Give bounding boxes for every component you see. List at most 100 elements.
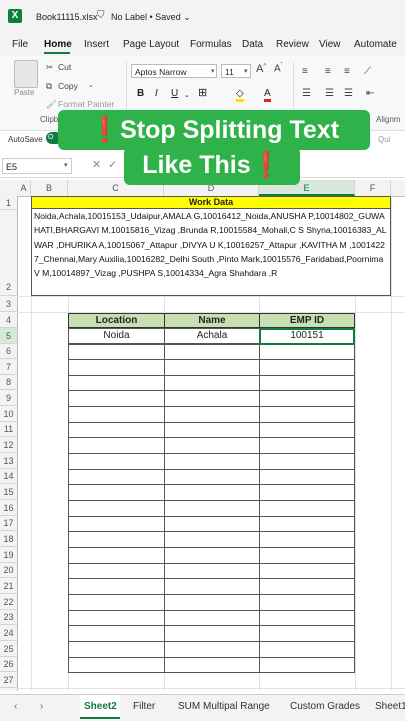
header-name[interactable]: Name — [164, 313, 260, 328]
borders-icon[interactable]: ⊞ — [198, 86, 207, 99]
empty-table-cell[interactable] — [259, 469, 355, 485]
empty-table-cell[interactable] — [68, 563, 165, 579]
empty-table-cell[interactable] — [164, 484, 260, 501]
empty-table-cell[interactable] — [68, 406, 165, 423]
name-box[interactable]: E5 — [2, 158, 72, 174]
empty-table-cell[interactable] — [259, 563, 355, 579]
empty-table-cell[interactable] — [68, 516, 165, 532]
empty-table-cell[interactable] — [164, 578, 260, 595]
empty-table-cell[interactable] — [164, 563, 260, 579]
empty-table-cell[interactable] — [259, 625, 355, 642]
empty-table-cell[interactable] — [259, 344, 355, 360]
empty-table-cell[interactable] — [68, 531, 165, 548]
empty-table-cell[interactable] — [68, 359, 165, 376]
empty-table-cell[interactable] — [68, 469, 165, 485]
row-header[interactable]: 23 — [0, 610, 17, 625]
header-location[interactable]: Location — [68, 313, 165, 328]
row-header[interactable]: 17 — [0, 516, 17, 531]
tab-automate[interactable]: Automate — [354, 39, 397, 50]
empty-table-cell[interactable] — [164, 516, 260, 532]
empty-table-cell[interactable] — [68, 422, 165, 438]
tab-review[interactable]: Review — [276, 39, 309, 50]
empty-table-cell[interactable] — [259, 359, 355, 376]
empty-table-cell[interactable] — [68, 625, 165, 642]
cell-name[interactable]: Achala — [164, 328, 260, 344]
tab-home[interactable]: Home — [44, 39, 72, 50]
row-header[interactable]: 11 — [0, 422, 17, 437]
header-emp-id[interactable]: EMP ID — [259, 313, 355, 328]
increase-font-icon[interactable]: A^ — [256, 63, 266, 75]
empty-table-cell[interactable] — [68, 594, 165, 611]
row-header[interactable]: 27 — [0, 672, 17, 688]
italic-icon[interactable]: I — [155, 88, 158, 99]
empty-table-cell[interactable] — [259, 484, 355, 501]
empty-table-cell[interactable] — [68, 657, 165, 673]
align-right-icon[interactable]: ☰ — [344, 88, 353, 99]
align-left-icon[interactable]: ☰ — [302, 88, 311, 99]
row-header[interactable]: 18 — [0, 531, 17, 547]
row-header[interactable]: 5 — [0, 328, 17, 344]
row-header[interactable]: 12 — [0, 437, 17, 453]
tab-view[interactable]: View — [319, 39, 341, 50]
empty-table-cell[interactable] — [68, 500, 165, 517]
empty-table-cell[interactable] — [164, 422, 260, 438]
align-middle-icon[interactable]: ≡ — [325, 66, 331, 77]
label-status[interactable]: No Label • Saved ⌄ — [111, 12, 191, 23]
empty-table-cell[interactable] — [68, 547, 165, 564]
empty-table-cell[interactable] — [259, 406, 355, 423]
chevron-down-icon[interactable]: ▾ — [211, 67, 215, 75]
column-header-a[interactable]: A — [17, 180, 31, 196]
row-header[interactable]: 16 — [0, 500, 17, 516]
work-data-text-cell[interactable]: Noida,Achala,10015153_Udaipur,AMALA G,10… — [31, 209, 391, 296]
empty-table-cell[interactable] — [164, 344, 260, 360]
row-header[interactable]: 14 — [0, 469, 17, 484]
empty-table-cell[interactable] — [259, 422, 355, 438]
row-header[interactable]: 13 — [0, 453, 17, 469]
sheet-tab-sheet1[interactable]: Sheet1 — [375, 701, 405, 712]
empty-table-cell[interactable] — [164, 625, 260, 642]
fill-color-icon[interactable]: ◇ — [236, 88, 244, 102]
row-header[interactable]: 3 — [0, 296, 17, 312]
quick-button[interactable]: Qui — [378, 135, 390, 144]
empty-table-cell[interactable] — [259, 500, 355, 517]
sheet-tab-filter[interactable]: Filter — [133, 701, 155, 712]
empty-table-cell[interactable] — [68, 453, 165, 470]
empty-table-cell[interactable] — [259, 516, 355, 532]
chevron-right-icon[interactable]: › — [40, 701, 43, 712]
work-data-title-cell[interactable]: Work Data — [31, 196, 391, 209]
row-header[interactable]: 7 — [0, 359, 17, 375]
decrease-font-icon[interactable]: Aˇ — [274, 63, 283, 74]
empty-table-cell[interactable] — [68, 344, 165, 360]
row-header[interactable]: 25 — [0, 641, 17, 657]
cancel-icon[interactable]: ✕ — [92, 158, 101, 171]
empty-table-cell[interactable] — [68, 484, 165, 501]
underline-icon[interactable]: U — [171, 88, 178, 99]
tab-data[interactable]: Data — [242, 39, 263, 50]
chevron-down-icon[interactable]: ▾ — [64, 161, 68, 169]
copy-button[interactable]: Copy — [58, 81, 78, 91]
empty-table-cell[interactable] — [164, 390, 260, 407]
empty-table-cell[interactable] — [259, 375, 355, 391]
row-header[interactable]: 9 — [0, 390, 17, 406]
row-header[interactable]: 19 — [0, 547, 17, 563]
empty-table-cell[interactable] — [164, 594, 260, 611]
row-header[interactable]: 21 — [0, 578, 17, 594]
row-header[interactable]: 15 — [0, 484, 17, 500]
empty-table-cell[interactable] — [68, 375, 165, 391]
indent-icon[interactable]: ⇤ — [366, 88, 374, 99]
empty-table-cell[interactable] — [259, 437, 355, 454]
empty-table-cell[interactable] — [68, 610, 165, 626]
empty-table-cell[interactable] — [259, 390, 355, 407]
row-header[interactable]: 2 — [0, 210, 17, 296]
align-bottom-icon[interactable]: ≡ — [344, 66, 350, 77]
empty-table-cell[interactable] — [68, 578, 165, 595]
empty-table-cell[interactable] — [164, 657, 260, 673]
paste-icon[interactable] — [14, 60, 38, 88]
empty-table-cell[interactable] — [68, 641, 165, 658]
empty-table-cell[interactable] — [164, 375, 260, 391]
sheet-tab-custom-grades[interactable]: Custom Grades — [290, 701, 360, 712]
column-header-b[interactable]: B — [31, 180, 68, 196]
format-painter-icon[interactable]: 🖌 — [46, 99, 57, 110]
empty-table-cell[interactable] — [259, 610, 355, 626]
sheet-tab-sheet2[interactable]: Sheet2 — [84, 701, 117, 712]
